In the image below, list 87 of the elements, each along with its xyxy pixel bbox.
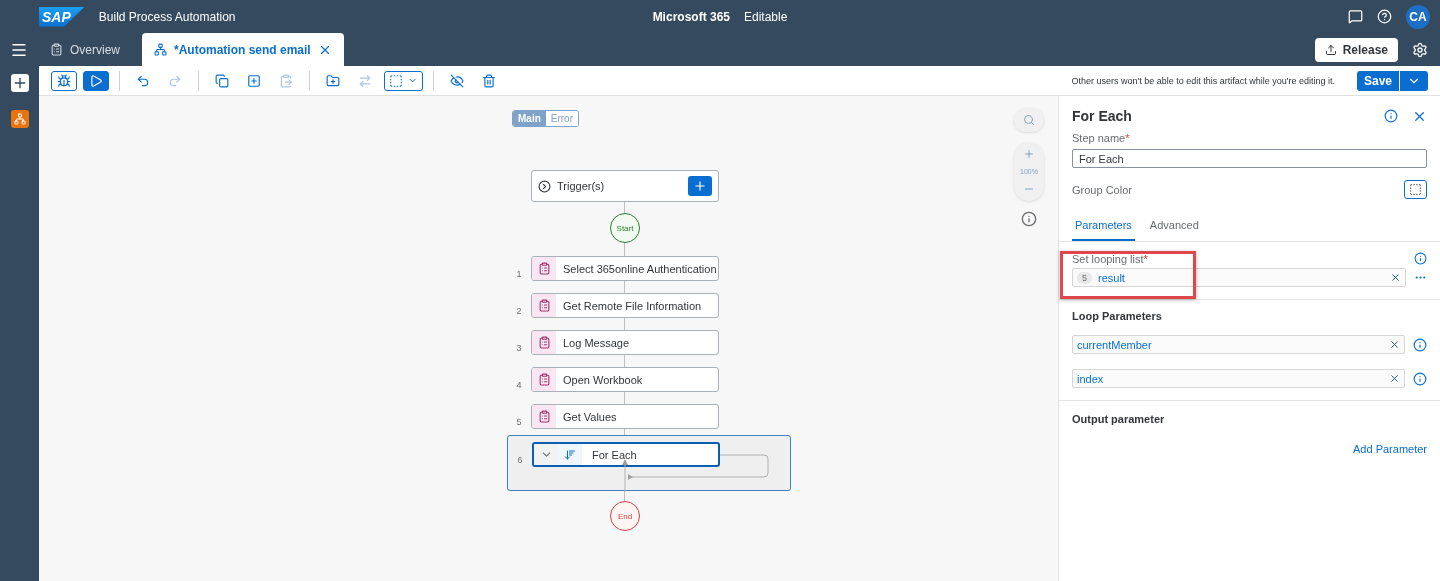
step-node[interactable]: Log Message xyxy=(531,330,719,355)
clipboard-icon xyxy=(532,405,556,428)
user-avatar[interactable]: CA xyxy=(1406,4,1430,29)
parameter-field[interactable]: currentMember xyxy=(1072,335,1405,354)
step-number: 3 xyxy=(515,343,523,355)
bug-button[interactable] xyxy=(51,70,77,91)
loop-icon xyxy=(558,444,582,465)
dashed-square-button[interactable] xyxy=(384,70,423,91)
info-icon[interactable] xyxy=(1413,337,1427,352)
step-node[interactable]: For Each xyxy=(532,442,720,467)
trigger-label: Trigger(s) xyxy=(557,180,606,192)
info-icon[interactable] xyxy=(1413,371,1427,386)
clipboard-icon xyxy=(532,257,556,280)
clipboard-icon xyxy=(532,368,556,391)
mode-toggle[interactable]: Error xyxy=(545,111,578,126)
save-menu-button[interactable] xyxy=(1400,70,1428,91)
clipboard-icon xyxy=(532,331,556,354)
hierarchy-icon xyxy=(154,43,167,56)
field-label: Set looping list* xyxy=(1072,252,1148,265)
settings-icon[interactable] xyxy=(1412,41,1428,58)
clipboard-icon xyxy=(50,43,63,56)
duplicate-icon xyxy=(247,73,261,88)
clear-icon[interactable] xyxy=(1390,272,1401,283)
dashed-square-icon xyxy=(389,73,403,88)
step-node[interactable]: Get Remote File Information xyxy=(531,293,719,318)
step-node[interactable]: Select 365online Authentication xyxy=(531,256,719,281)
folder-plus-icon xyxy=(326,73,340,88)
chevron-right-icon[interactable] xyxy=(538,179,551,193)
section-heading: Loop Parameters xyxy=(1072,310,1163,322)
clear-icon[interactable] xyxy=(1389,373,1400,384)
looping-list-field[interactable]: 5 result xyxy=(1072,268,1406,287)
info-icon[interactable] xyxy=(1384,109,1398,123)
trash-icon xyxy=(482,73,496,88)
group-color-button[interactable] xyxy=(1404,180,1427,199)
add-trigger-button[interactable] xyxy=(688,176,712,196)
parameter-field[interactable]: index xyxy=(1072,369,1405,388)
eye-off-icon xyxy=(450,73,464,88)
dashed-square-icon xyxy=(1409,183,1422,196)
tab-label: *Automation send email xyxy=(174,42,311,57)
logo: SAP xyxy=(39,6,85,27)
step-node[interactable]: Open Workbook xyxy=(531,367,719,392)
edit-notice: Other users won't be able to edit this artifact while you're editing it. xyxy=(1071,75,1335,86)
field-label: Step name* xyxy=(1072,132,1130,144)
process-button[interactable] xyxy=(10,110,29,128)
step-number: 1 xyxy=(515,269,523,281)
step-number: 6 xyxy=(516,455,524,467)
panel-tab[interactable]: Parameters xyxy=(1072,213,1135,241)
editor-tab[interactable]: Overview xyxy=(38,33,132,66)
play-icon xyxy=(89,73,103,88)
end-node: End xyxy=(610,501,640,531)
swap-icon xyxy=(358,73,372,88)
feedback-icon[interactable] xyxy=(1348,9,1363,24)
editor-tab[interactable]: *Automation send email xyxy=(142,33,344,66)
redo-icon xyxy=(168,73,182,88)
help-icon[interactable] xyxy=(1377,9,1392,24)
tab-label: Overview xyxy=(70,42,120,57)
step-name-field[interactable]: For Each xyxy=(1072,149,1427,168)
clear-icon[interactable] xyxy=(1389,339,1400,350)
copy-icon xyxy=(215,73,229,88)
play-button[interactable] xyxy=(83,70,109,91)
plus-icon xyxy=(693,179,707,193)
trigger-node[interactable]: Trigger(s) xyxy=(531,170,719,202)
step-number: 2 xyxy=(515,306,523,318)
clipboard-icon xyxy=(532,294,556,317)
info-icon[interactable] xyxy=(1414,252,1427,265)
bug-icon xyxy=(57,73,71,88)
add-parameter-link[interactable]: Add Parameter xyxy=(1072,443,1427,455)
field-label: Group Color xyxy=(1072,183,1132,196)
step-number: 5 xyxy=(515,417,523,429)
project-name: Microsoft 365 xyxy=(652,9,730,24)
panel-title: For Each xyxy=(1072,108,1133,124)
step-node[interactable]: Get Values xyxy=(531,404,719,429)
release-button[interactable]: Release xyxy=(1314,37,1398,62)
save-button[interactable]: Save xyxy=(1356,70,1399,91)
panel-tab[interactable]: Advanced xyxy=(1146,213,1202,241)
status-label: Editable xyxy=(744,9,788,24)
upload-icon xyxy=(1324,43,1337,56)
hierarchy-icon xyxy=(13,113,26,125)
start-node: Start xyxy=(610,213,640,243)
info-icon[interactable] xyxy=(1021,211,1037,227)
search-icon xyxy=(1023,114,1035,126)
undo-icon xyxy=(136,73,150,88)
section-heading: Output parameter xyxy=(1072,413,1166,425)
product-name: Build Process Automation xyxy=(98,9,236,24)
add-button[interactable] xyxy=(10,74,29,92)
step-number: 4 xyxy=(515,380,523,392)
paste-icon xyxy=(279,73,293,88)
